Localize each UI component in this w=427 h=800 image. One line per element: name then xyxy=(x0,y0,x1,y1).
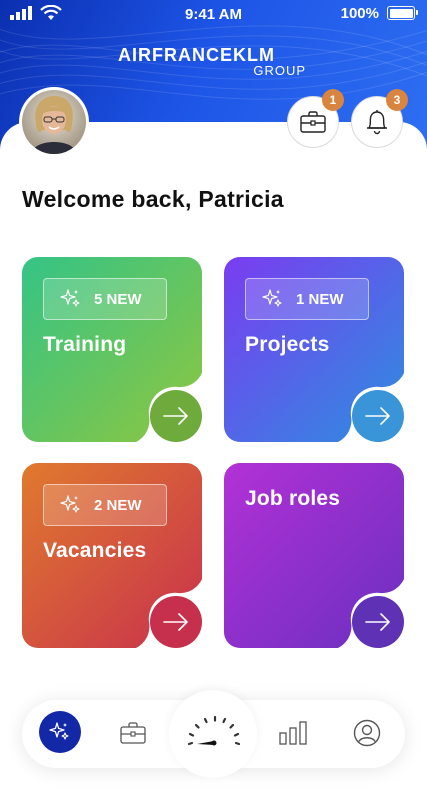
job-roles-title: Job roles xyxy=(245,487,341,510)
nav-item-discover[interactable] xyxy=(39,711,81,753)
vacancies-new-count: 2 NEW xyxy=(94,496,142,514)
arrow-right-icon xyxy=(365,613,390,631)
tile-vacancies[interactable]: 2 NEW Vacancies xyxy=(22,463,202,648)
tile-job-roles[interactable]: Job roles xyxy=(224,463,404,648)
battery-percentage: 100% xyxy=(340,5,379,22)
vacancies-new-chip: 2 NEW xyxy=(43,484,167,526)
notifications-button[interactable]: 3 xyxy=(351,89,408,148)
arrow-right-icon xyxy=(163,407,188,425)
training-title: Training xyxy=(43,333,127,356)
tile-training[interactable]: 5 NEW Training xyxy=(22,257,202,442)
nav-item-statistics[interactable] xyxy=(276,717,310,749)
briefcase-icon xyxy=(300,111,326,133)
user-avatar[interactable] xyxy=(22,90,86,154)
sparkle-icon xyxy=(60,494,82,516)
app-screen: 9:41 AM 100% AIRFRANCEKLM GROUP 1 3 Welc… xyxy=(0,0,427,800)
tile-projects[interactable]: 1 NEW Projects xyxy=(224,257,404,442)
sparkle-icon xyxy=(60,288,82,310)
projects-new-chip: 1 NEW xyxy=(245,278,369,320)
vacancies-title: Vacancies xyxy=(43,539,147,562)
briefcase-button[interactable]: 1 xyxy=(287,89,344,148)
gauge-icon xyxy=(187,715,241,746)
projects-new-count: 1 NEW xyxy=(296,290,344,308)
user-photo-icon xyxy=(22,90,86,154)
notifications-badge: 3 xyxy=(386,89,408,111)
nav-item-profile[interactable] xyxy=(350,717,384,749)
projects-arrow-button[interactable] xyxy=(352,390,404,442)
battery-level xyxy=(389,8,413,18)
briefcase-badge: 1 xyxy=(322,89,344,111)
sparkle-icon xyxy=(262,288,284,310)
bar-chart-icon xyxy=(279,721,307,745)
logo-main-text: AIRFRANCEKLM xyxy=(118,45,275,65)
job-roles-arrow-button[interactable] xyxy=(352,596,404,648)
arrow-right-icon xyxy=(365,407,390,425)
arrow-right-icon xyxy=(163,613,188,631)
training-arrow-button[interactable] xyxy=(150,390,202,442)
brand-logo: AIRFRANCEKLM GROUP xyxy=(118,46,308,78)
profile-icon xyxy=(353,719,381,747)
nav-item-gauge[interactable] xyxy=(183,708,243,752)
projects-title: Projects xyxy=(245,333,330,356)
bell-icon xyxy=(367,110,387,135)
status-bar: 9:41 AM 100% xyxy=(0,0,427,30)
training-new-chip: 5 NEW xyxy=(43,278,167,320)
vacancies-arrow-button[interactable] xyxy=(150,596,202,648)
welcome-heading: Welcome back, Patricia xyxy=(22,186,284,212)
training-new-count: 5 NEW xyxy=(94,290,142,308)
briefcase-icon xyxy=(120,722,146,744)
nav-item-briefcase[interactable] xyxy=(115,717,151,749)
battery-icon xyxy=(387,6,418,20)
logo-sub-text: GROUP xyxy=(253,63,306,78)
sparkle-icon xyxy=(49,722,69,740)
